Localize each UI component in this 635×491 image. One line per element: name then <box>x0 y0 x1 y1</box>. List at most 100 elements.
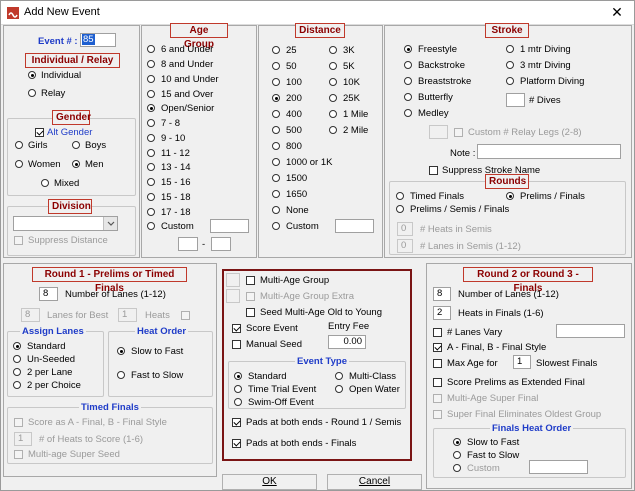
age-open-senior-radio[interactable] <box>147 104 155 112</box>
lanes-vary-input[interactable] <box>556 324 625 338</box>
age-6-under-radio[interactable] <box>147 45 155 53</box>
pads-finals-checkbox[interactable] <box>232 439 241 448</box>
round1-heats-input[interactable]: 1 <box>118 308 137 322</box>
dist-100-radio[interactable] <box>272 78 280 86</box>
type-time-trial-radio[interactable] <box>234 385 242 393</box>
max-age-checkbox[interactable] <box>433 359 442 368</box>
timed-finals-radio[interactable] <box>396 192 404 200</box>
dives-input[interactable] <box>506 93 525 107</box>
lanes-vary-checkbox[interactable] <box>433 328 442 337</box>
note-input[interactable] <box>477 144 621 159</box>
ok-button[interactable]: OK <box>222 474 317 490</box>
medley-radio[interactable] <box>404 109 412 117</box>
multi-age-extra-checkbox[interactable] <box>246 292 255 301</box>
relay-legs-checkbox[interactable] <box>454 128 463 137</box>
score-prelims-checkbox[interactable] <box>433 378 442 387</box>
dist-1650-radio[interactable] <box>272 190 280 198</box>
assign-2-per-choice-radio[interactable] <box>13 381 21 389</box>
age-15-18-radio[interactable] <box>147 193 155 201</box>
butterfly-radio[interactable] <box>404 93 412 101</box>
event-num-input[interactable]: 85 <box>80 33 116 47</box>
dist-custom-input[interactable] <box>335 219 374 233</box>
pads-round1-checkbox[interactable] <box>232 418 241 427</box>
assign-2-per-lane-radio[interactable] <box>13 368 21 376</box>
multiage-super-seed-checkbox[interactable] <box>14 450 23 459</box>
boys-radio[interactable] <box>72 141 80 149</box>
heats-semis-input[interactable]: 0 <box>397 222 413 236</box>
suppress-distance-checkbox[interactable] <box>14 236 23 245</box>
age-15-16-radio[interactable] <box>147 178 155 186</box>
age-13-14-radio[interactable] <box>147 163 155 171</box>
backstroke-radio[interactable] <box>404 61 412 69</box>
score-event-checkbox[interactable] <box>232 324 241 333</box>
finals-custom-input[interactable] <box>529 460 588 474</box>
multiage-super-final-checkbox[interactable] <box>433 394 442 403</box>
age-10-under-radio[interactable] <box>147 75 155 83</box>
women-radio[interactable] <box>15 160 23 168</box>
dist-800-radio[interactable] <box>272 142 280 150</box>
finals-fast-to-slow-radio[interactable] <box>453 451 461 459</box>
heat-slow-to-fast-radio[interactable] <box>117 347 125 355</box>
manual-seed-checkbox[interactable] <box>232 340 241 349</box>
age-11-12-radio[interactable] <box>147 149 155 157</box>
relay-radio[interactable] <box>28 89 36 97</box>
close-icon[interactable]: ✕ <box>600 1 634 24</box>
dist-25k-radio[interactable] <box>329 94 337 102</box>
finals-heats-input[interactable]: 2 <box>433 306 451 320</box>
age-range-low-input[interactable] <box>178 237 198 251</box>
diving-3m-radio[interactable] <box>506 61 514 69</box>
heat-fast-to-slow-radio[interactable] <box>117 371 125 379</box>
dist-5k-radio[interactable] <box>329 62 337 70</box>
dist-none-radio[interactable] <box>272 206 280 214</box>
prelims-finals-radio[interactable] <box>506 192 514 200</box>
division-dropdown-button[interactable] <box>103 217 117 230</box>
dist-50-radio[interactable] <box>272 62 280 70</box>
prelims-semis-finals-radio[interactable] <box>396 205 404 213</box>
age-15-over-radio[interactable] <box>147 90 155 98</box>
dist-1500-radio[interactable] <box>272 174 280 182</box>
type-multi-class-radio[interactable] <box>335 372 343 380</box>
dist-25-radio[interactable] <box>272 46 280 54</box>
type-standard-radio[interactable] <box>234 372 242 380</box>
seed-multi-age-checkbox[interactable] <box>246 308 255 317</box>
super-final-checkbox[interactable] <box>433 410 442 419</box>
dist-400-radio[interactable] <box>272 110 280 118</box>
dist-1000-radio[interactable] <box>272 158 280 166</box>
age-8-under-radio[interactable] <box>147 60 155 68</box>
dist-3k-radio[interactable] <box>329 46 337 54</box>
age-custom-radio[interactable] <box>147 222 155 230</box>
round1-heats-checkbox[interactable] <box>181 311 190 320</box>
platform-diving-radio[interactable] <box>506 77 514 85</box>
round23-lanes-input[interactable]: 8 <box>433 287 451 301</box>
dist-200-radio[interactable] <box>272 94 280 102</box>
suppress-stroke-checkbox[interactable] <box>429 166 438 175</box>
assign-standard-radio[interactable] <box>13 342 21 350</box>
dist-2mile-radio[interactable] <box>329 126 337 134</box>
age-7-8-radio[interactable] <box>147 119 155 127</box>
score-ab-final-checkbox[interactable] <box>14 418 23 427</box>
dist-1mile-radio[interactable] <box>329 110 337 118</box>
diving-1m-radio[interactable] <box>506 45 514 53</box>
ab-final-checkbox[interactable] <box>433 343 442 352</box>
relay-legs-input[interactable] <box>429 125 448 139</box>
cancel-button[interactable]: Cancel <box>327 474 422 490</box>
lanes-best-input[interactable]: 8 <box>21 308 40 322</box>
alt-gender-checkbox[interactable] <box>35 128 44 137</box>
multi-age-group-input[interactable] <box>226 273 240 287</box>
age-9-10-radio[interactable] <box>147 134 155 142</box>
age-range-high-input[interactable] <box>211 237 231 251</box>
mixed-radio[interactable] <box>41 179 49 187</box>
girls-radio[interactable] <box>15 141 23 149</box>
entry-fee-input[interactable]: 0.00 <box>328 335 366 349</box>
type-swim-off-radio[interactable] <box>234 398 242 406</box>
age-custom-input[interactable] <box>210 219 249 233</box>
assign-unseeded-radio[interactable] <box>13 355 21 363</box>
multi-age-group-checkbox[interactable] <box>246 276 255 285</box>
individual-radio[interactable] <box>28 71 36 79</box>
dist-10k-radio[interactable] <box>329 78 337 86</box>
type-open-water-radio[interactable] <box>335 385 343 393</box>
dist-500-radio[interactable] <box>272 126 280 134</box>
breaststroke-radio[interactable] <box>404 77 412 85</box>
finals-custom-radio[interactable] <box>453 464 461 472</box>
lanes-semis-input[interactable]: 0 <box>397 239 413 253</box>
